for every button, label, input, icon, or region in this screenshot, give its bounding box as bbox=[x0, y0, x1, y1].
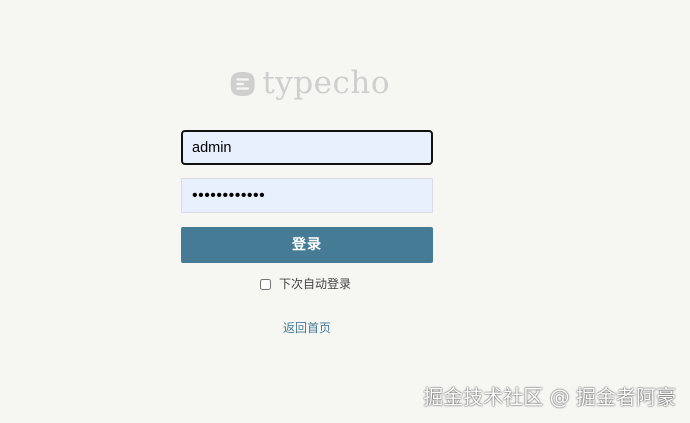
watermark: 掘金技术社区 @ 掘金者阿豪 bbox=[423, 385, 676, 409]
typecho-logo-icon bbox=[230, 72, 255, 96]
remember-me[interactable]: 下次自动登录 bbox=[260, 276, 351, 292]
username-input[interactable] bbox=[181, 130, 433, 165]
login-page: typecho 登录 下次自动登录 返回首页 掘金技术社区 @ 掘金者阿豪 bbox=[0, 0, 690, 423]
password-input[interactable] bbox=[181, 178, 433, 213]
remember-me-label: 下次自动登录 bbox=[279, 277, 352, 291]
remember-me-checkbox[interactable] bbox=[260, 278, 271, 290]
typecho-logo[interactable]: typecho bbox=[230, 64, 390, 104]
back-to-home-link[interactable]: 返回首页 bbox=[0, 320, 614, 336]
login-button[interactable]: 登录 bbox=[181, 227, 433, 263]
logo-text: typecho bbox=[262, 65, 390, 101]
